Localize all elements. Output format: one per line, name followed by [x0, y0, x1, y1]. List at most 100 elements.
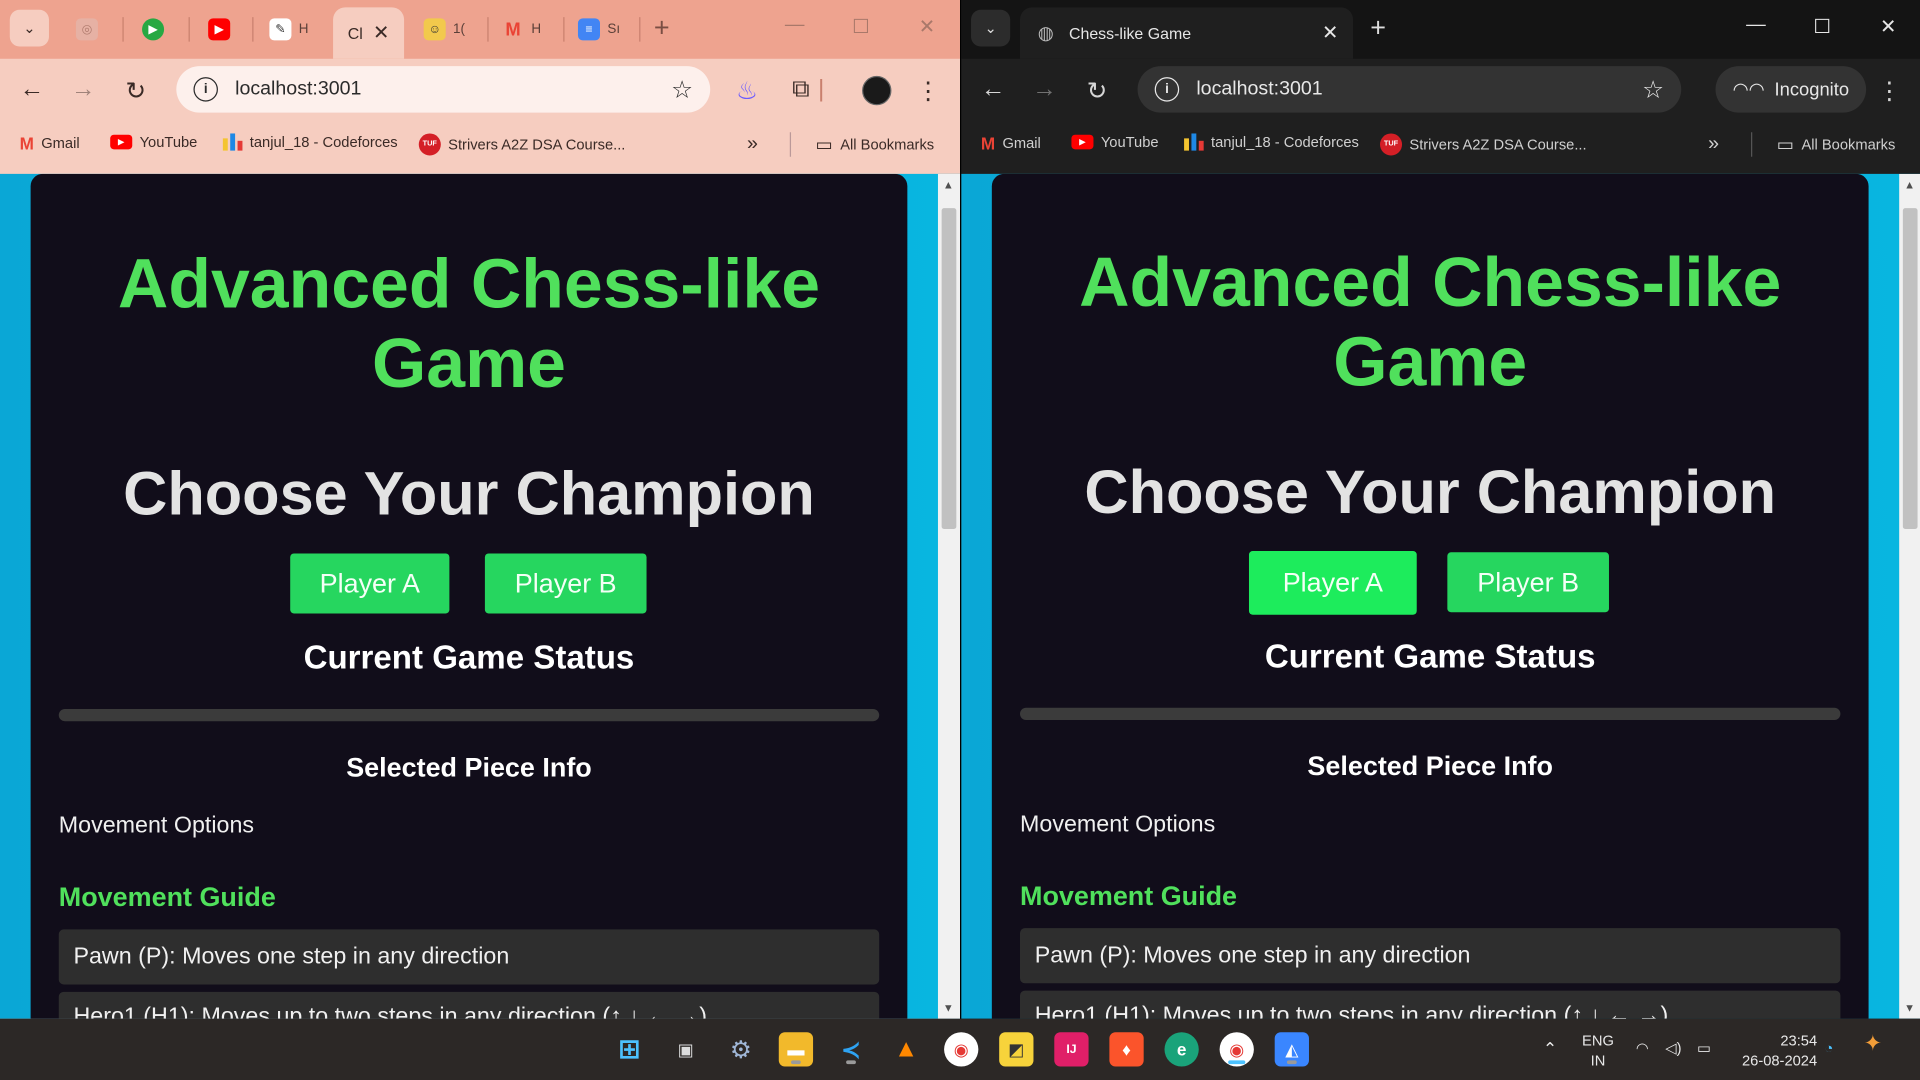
- settings-gear-icon[interactable]: ⚙: [724, 1032, 758, 1066]
- bookmark-strivers[interactable]: TUF Strivers A2Z DSA Course...: [418, 133, 625, 156]
- minimize-button[interactable]: —: [1738, 15, 1775, 37]
- back-icon[interactable]: ←: [976, 76, 1010, 104]
- tab-favicon-1[interactable]: ◎: [75, 15, 98, 44]
- reload-icon[interactable]: ↻: [1080, 76, 1114, 107]
- tab-separator: [563, 17, 565, 42]
- tab-docs[interactable]: ≡ Sı: [577, 15, 620, 44]
- volume-icon[interactable]: ◁): [1665, 1038, 1681, 1058]
- tab-favicon-3[interactable]: ▶: [208, 15, 231, 44]
- sticky-notes-icon[interactable]: ◩: [999, 1032, 1034, 1067]
- extension-flame-icon[interactable]: ♨: [730, 76, 764, 107]
- close-icon[interactable]: ✕: [373, 21, 389, 45]
- tab-search-button[interactable]: ⌄: [9, 9, 49, 47]
- address-bar[interactable]: i localhost:3001 ☆: [1137, 66, 1682, 113]
- close-window-button[interactable]: ✕: [1870, 15, 1907, 39]
- tab-separator: [487, 17, 489, 42]
- tab-strip: ⌄ ◎ ▶ ▶ ✎ H Cl ✕ ☺ 1( MH ≡ Sı + — ☐ ✕: [0, 0, 961, 59]
- bookmark-youtube[interactable]: ▶ YouTube: [1071, 133, 1159, 151]
- forward-icon[interactable]: →: [1027, 76, 1061, 104]
- clock[interactable]: 23:54 26-08-2024: [1734, 1031, 1817, 1070]
- bookmark-codeforces[interactable]: tanjul_18 - Codeforces: [1184, 133, 1359, 151]
- tab-gmail[interactable]: MH: [502, 15, 541, 44]
- minimize-button[interactable]: —: [776, 15, 813, 37]
- photos-icon[interactable]: ◭: [1274, 1032, 1309, 1067]
- menu-icon[interactable]: ⋮: [1872, 76, 1906, 107]
- new-tab-button[interactable]: +: [654, 12, 670, 44]
- copilot-icon[interactable]: ✦: [1864, 1032, 1882, 1054]
- toolbar: ← → ↻ i localhost:3001 ☆ ◠◠ Incognito ⋮: [961, 59, 1920, 123]
- scrollbar[interactable]: ▲ ▼: [1899, 173, 1920, 1019]
- info-icon[interactable]: i: [1154, 77, 1180, 102]
- lang-text: ENG: [1582, 1032, 1614, 1050]
- profile-avatar[interactable]: [860, 75, 894, 113]
- chrome-active-icon[interactable]: ◉: [1219, 1032, 1254, 1067]
- bookmark-codeforces[interactable]: tanjul_18 - Codeforces: [222, 133, 398, 151]
- notification-bell-icon[interactable]: ◔: [1824, 1038, 1833, 1058]
- movement-guide-heading: Movement Guide: [58, 881, 276, 913]
- maximize-button[interactable]: ☐: [1804, 15, 1841, 39]
- wifi-icon[interactable]: ◠: [1636, 1038, 1649, 1058]
- close-window-button[interactable]: ✕: [909, 15, 946, 39]
- bookmark-strivers[interactable]: TUF Strivers A2Z DSA Course...: [1380, 133, 1587, 156]
- info-icon[interactable]: i: [193, 77, 218, 102]
- scroll-up-icon[interactable]: ▲: [1904, 179, 1915, 191]
- brave-icon[interactable]: ♦: [1109, 1032, 1144, 1067]
- windows-start-icon[interactable]: ⊞: [612, 1032, 646, 1066]
- maximize-button[interactable]: ☐: [842, 15, 879, 39]
- guide-item: Hero1 (H1): Moves up to two steps in any…: [1020, 990, 1841, 1019]
- scrollbar[interactable]: ▲ ▼: [937, 173, 961, 1019]
- forward-icon[interactable]: →: [66, 76, 100, 104]
- scroll-down-icon[interactable]: ▼: [1904, 1002, 1915, 1014]
- scroll-thumb[interactable]: [1902, 208, 1918, 529]
- all-bookmarks[interactable]: ▭ All Bookmarks: [1777, 133, 1896, 156]
- vlc-icon[interactable]: ▲: [889, 1032, 923, 1066]
- menu-icon[interactable]: ⋮: [911, 76, 945, 107]
- scroll-up-icon[interactable]: ▲: [943, 179, 954, 191]
- star-icon[interactable]: ☆: [1642, 74, 1664, 105]
- extensions-puzzle-icon[interactable]: ⧉: [784, 76, 818, 104]
- back-icon[interactable]: ←: [15, 76, 49, 104]
- tab-active[interactable]: Cl ✕: [333, 7, 405, 59]
- address-bar[interactable]: i localhost:3001 ☆: [176, 66, 711, 113]
- tab-active[interactable]: ◍ Chess-like Game ✕: [1020, 7, 1354, 59]
- player-b-button[interactable]: Player B: [484, 553, 647, 614]
- scroll-down-icon[interactable]: ▼: [943, 1002, 954, 1014]
- chevron-up-icon[interactable]: ⌃: [1543, 1038, 1557, 1058]
- all-bookmarks[interactable]: ▭ All Bookmarks: [816, 133, 935, 156]
- language-indicator[interactable]: ENG IN: [1582, 1031, 1614, 1070]
- movement-options: Movement Options: [58, 813, 255, 839]
- reload-icon[interactable]: ↻: [119, 76, 153, 107]
- page-viewport[interactable]: Advanced Chess-like Game Choose Your Cha…: [961, 173, 1920, 1019]
- player-a-button[interactable]: Player A: [1248, 551, 1417, 615]
- edge-icon[interactable]: e: [1164, 1032, 1199, 1067]
- toolbar: ← → ↻ i localhost:3001 ☆ ♨ ⧉ | ⋮: [0, 59, 960, 123]
- new-tab-button[interactable]: +: [1370, 12, 1386, 44]
- more-bookmarks-icon[interactable]: »: [747, 133, 758, 155]
- incognito-badge[interactable]: ◠◠ Incognito: [1715, 66, 1867, 113]
- player-a-button[interactable]: Player A: [290, 553, 450, 614]
- youtube-icon: ▶: [208, 18, 231, 41]
- tab-1[interactable]: ☺ 1(: [423, 15, 465, 44]
- tab-h[interactable]: ✎ H: [269, 15, 309, 44]
- file-explorer-icon[interactable]: ▬: [778, 1032, 814, 1067]
- more-bookmarks-icon[interactable]: »: [1708, 133, 1719, 155]
- battery-icon[interactable]: ▭: [1697, 1038, 1711, 1058]
- bookmark-separator: [1751, 132, 1753, 157]
- close-icon[interactable]: ✕: [1322, 21, 1338, 45]
- taskbar: ⊞ ▣ ⚙ ▬ ≺ ▲ ◉ ◩ IJ ♦ e ◉ ◭ ⌃ ENG IN ◠ ◁)…: [0, 1018, 1920, 1080]
- bookmark-gmail[interactable]: M Gmail: [981, 133, 1041, 153]
- chrome-icon[interactable]: ◉: [944, 1032, 979, 1067]
- star-icon[interactable]: ☆: [671, 74, 693, 105]
- page-viewport[interactable]: Advanced Chess-like Game Choose Your Cha…: [0, 173, 961, 1019]
- bookmark-gmail[interactable]: M Gmail: [20, 133, 80, 153]
- intellij-icon[interactable]: IJ: [1054, 1032, 1089, 1067]
- scroll-thumb[interactable]: [941, 208, 957, 529]
- tab-search-button[interactable]: ⌄: [971, 9, 1011, 47]
- player-b-button[interactable]: Player B: [1447, 552, 1609, 613]
- task-view-icon[interactable]: ▣: [669, 1032, 703, 1066]
- bookmark-label: Gmail: [41, 134, 80, 152]
- vscode-icon[interactable]: ≺: [834, 1032, 868, 1066]
- tab-favicon-2[interactable]: ▶: [142, 15, 165, 44]
- bookmark-youtube[interactable]: ▶ YouTube: [110, 133, 197, 151]
- bookmark-label: All Bookmarks: [840, 135, 935, 154]
